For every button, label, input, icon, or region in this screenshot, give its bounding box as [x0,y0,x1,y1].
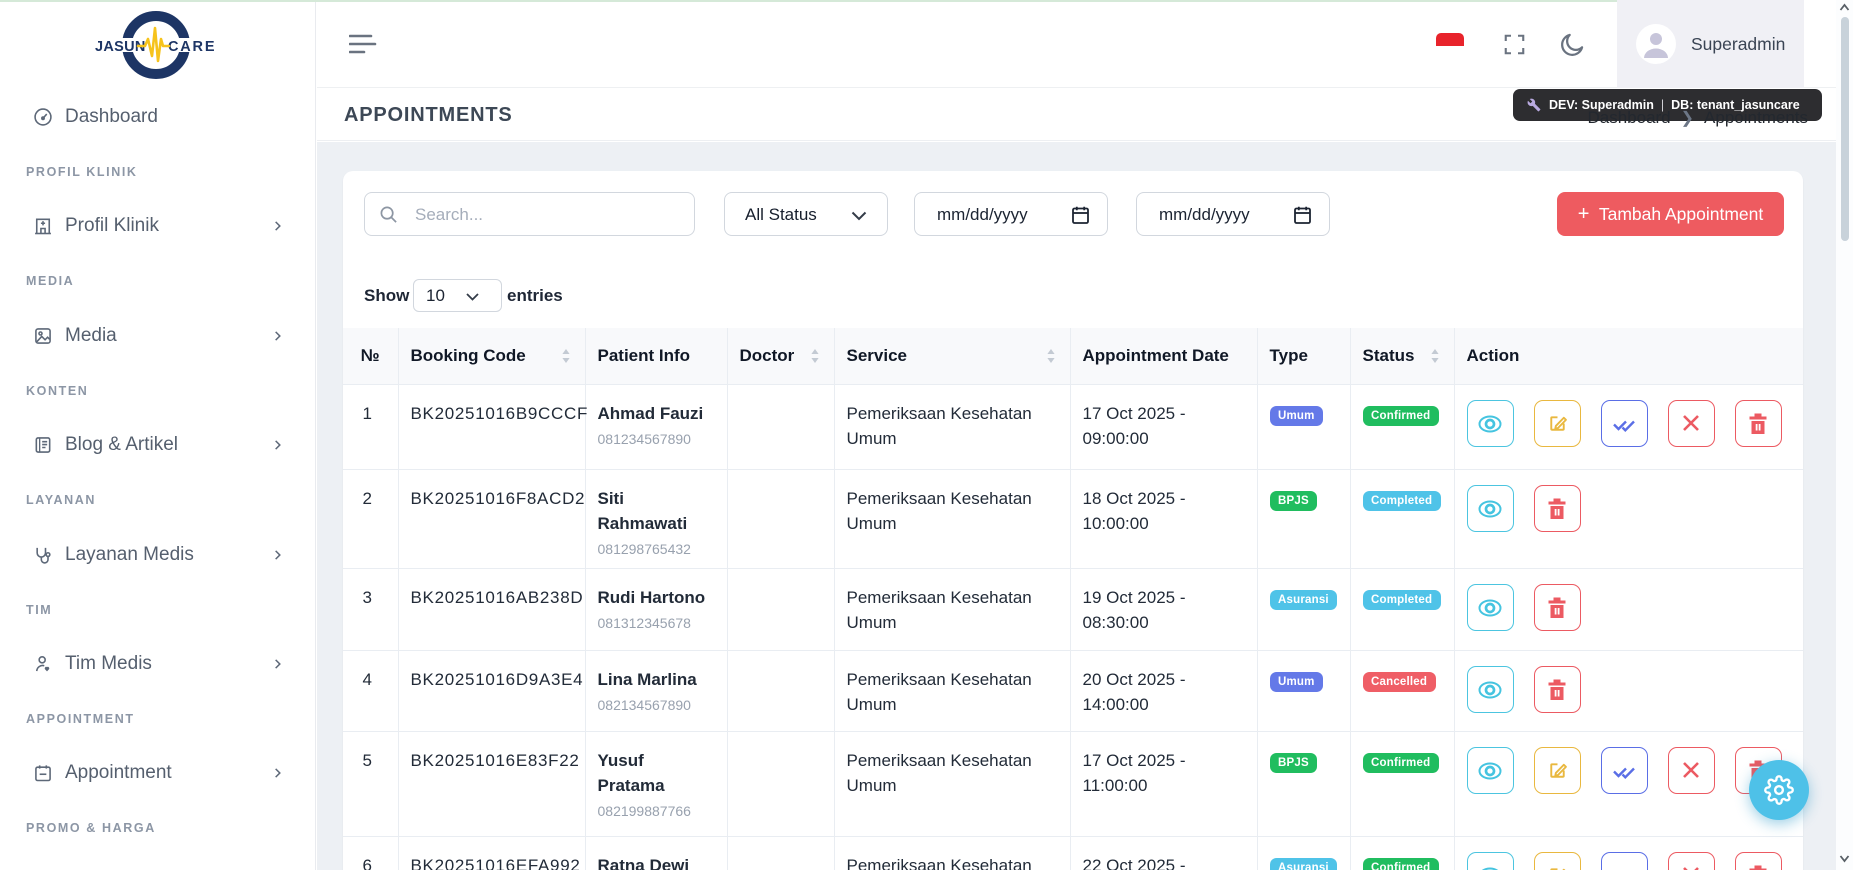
svg-text:CARE: CARE [168,39,216,55]
